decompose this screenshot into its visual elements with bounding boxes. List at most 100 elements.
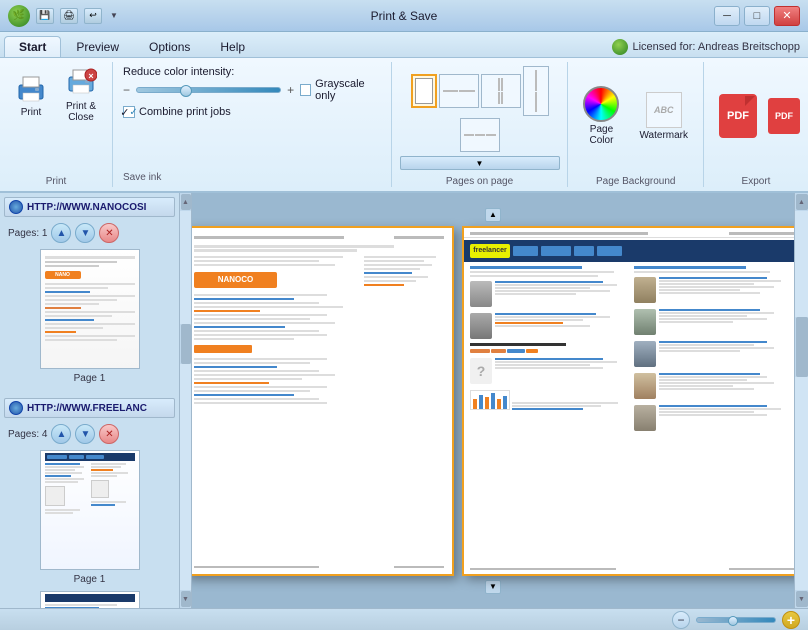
site2-up-button[interactable]: ▲ (51, 424, 71, 444)
site2-pages-count: Pages: 4 (8, 429, 47, 440)
pages-on-page-section: ▼ Pages on page (392, 62, 569, 187)
site2-section: HTTP://WWW.FREELANC Pages: 4 ▲ ▼ ✕ (0, 394, 179, 608)
print-button[interactable]: Print (8, 68, 54, 123)
layout-2page-v[interactable] (523, 66, 549, 116)
preview-pages: NANOCO (192, 226, 794, 576)
svg-text:×: × (88, 71, 93, 81)
preview-area: ▲ (192, 193, 794, 608)
intensity-slider[interactable] (136, 87, 281, 93)
page-background-group: Page Color ABC Watermark Page Background (568, 62, 704, 187)
preview-page-1: NANOCO (192, 226, 454, 576)
statusbar: − + (0, 608, 808, 630)
grayscale-checkbox[interactable] (300, 84, 311, 96)
site1-pages-row: Pages: 1 ▲ ▼ ✕ (0, 221, 179, 245)
preview-scrollbar-right[interactable]: ▲ ▼ (794, 193, 808, 608)
site2-page-label: Page 1 (0, 574, 179, 585)
watermark-button[interactable]: ABC Watermark (632, 87, 695, 146)
save-ink-label: Save ink (123, 170, 381, 183)
tab-preview[interactable]: Preview (61, 36, 134, 57)
quickaccess-print[interactable]: 🖨 (60, 8, 78, 24)
app-title: Print & Save (371, 9, 438, 23)
site2-thumb2 (40, 591, 140, 608)
pages-dropdown[interactable]: ▼ (398, 156, 562, 170)
layout-2page-h[interactable] (439, 74, 479, 108)
export-group-label: Export (742, 174, 771, 187)
site2-down-button[interactable]: ▼ (75, 424, 95, 444)
site1-down-button[interactable]: ▼ (75, 223, 95, 243)
tab-help[interactable]: Help (205, 36, 260, 57)
preview-scroll-down[interactable]: ▼ (207, 580, 779, 594)
print-group-label: Print (46, 174, 67, 187)
left-panel: HTTP://WWW.NANOCOSI Pages: 1 ▲ ▼ ✕ NANO (0, 193, 180, 608)
site1-section: HTTP://WWW.NANOCOSI Pages: 1 ▲ ▼ ✕ NANO (0, 193, 179, 390)
titlebar-left: 🌿 💾 🖨 ↩ ▼ (8, 5, 120, 27)
slider-minus: − (123, 83, 130, 97)
pages-group-label: Pages on page (446, 174, 513, 187)
site2-url-text: HTTP://WWW.FREELANC (27, 403, 170, 414)
pdf-small-button[interactable]: PDF (768, 98, 800, 134)
slider-plus: + (287, 83, 294, 97)
restore-button[interactable]: □ (744, 6, 770, 26)
ribbon-print-group: Print × Print &Close Print (0, 62, 113, 187)
minimize-button[interactable]: ─ (714, 6, 740, 26)
slider-row: − + Grayscale only (123, 78, 381, 102)
page-bg-group-label: Page Background (596, 174, 676, 187)
layout-1page[interactable] (411, 74, 437, 108)
site1-up-button[interactable]: ▲ (51, 223, 71, 243)
site1-url-text: HTTP://WWW.NANOCOSI (27, 202, 170, 213)
site1-delete-button[interactable]: ✕ (99, 223, 119, 243)
zoom-slider[interactable] (696, 617, 776, 623)
tab-start[interactable]: Start (4, 36, 61, 57)
print-buttons: Print × Print &Close (8, 62, 104, 128)
site2-delete-button[interactable]: ✕ (99, 424, 119, 444)
grayscale-label: Grayscale only (315, 78, 380, 102)
globe-icon (9, 200, 23, 214)
zoom-out-button[interactable]: − (672, 611, 690, 629)
combine-checkbox[interactable]: ✓ (123, 106, 135, 118)
site2-thumb (40, 450, 140, 570)
pdf-icon: PDF (719, 94, 757, 138)
export-group: PDF PDF Export (704, 62, 808, 187)
preview-scroll-up[interactable]: ▲ (207, 208, 779, 222)
zoom-in-button[interactable]: + (782, 611, 800, 629)
license-info: Licensed for: Andreas Breitschopp (612, 39, 800, 55)
layout-3page[interactable] (460, 118, 500, 152)
site1-page-label: Page 1 (0, 373, 179, 384)
quickaccess-dropdown[interactable]: ▼ (108, 8, 120, 24)
page-layout-options (398, 62, 562, 156)
menu-tabs: Start Preview Options Help Licensed for:… (0, 32, 808, 58)
globe-icon-2 (9, 401, 23, 415)
titlebar: 🌿 💾 🖨 ↩ ▼ Print & Save ─ □ ✕ (0, 0, 808, 32)
combine-option: ✓ Combine print jobs (123, 106, 231, 118)
zoom-controls: − + (672, 611, 800, 629)
reduce-color-row: Reduce color intensity: (123, 66, 381, 78)
page-color-button[interactable]: Page Color (576, 81, 626, 151)
export-buttons: PDF PDF (712, 62, 800, 170)
main-layout: HTTP://WWW.NANOCOSI Pages: 1 ▲ ▼ ✕ NANO (0, 193, 808, 608)
quickaccess-undo[interactable]: ↩ (84, 8, 102, 24)
site1-pages-count: Pages: 1 (8, 228, 47, 239)
left-panel-scrollbar[interactable]: ▲ ▼ (180, 193, 192, 608)
site2-pages-row: Pages: 4 ▲ ▼ ✕ (0, 422, 179, 446)
layout-4page[interactable] (481, 74, 521, 108)
preview-page-2: freelancer (462, 226, 794, 576)
combine-row: ✓ Combine print jobs (123, 106, 381, 118)
slider-thumb[interactable] (180, 85, 192, 97)
save-ink-section: Reduce color intensity: − + Grayscale on… (113, 62, 392, 187)
page-bg-buttons: Page Color ABC Watermark (576, 62, 695, 170)
print-icon (15, 73, 47, 105)
combine-label: Combine print jobs (139, 106, 231, 118)
ribbon: Print × Print &Close Print (0, 58, 808, 193)
ribbon-right-groups: Page Color ABC Watermark Page Background… (568, 62, 808, 187)
quickaccess-save[interactable]: 💾 (36, 8, 54, 24)
print-close-button[interactable]: × Print &Close (58, 62, 104, 128)
site1-url-header: HTTP://WWW.NANOCOSI (4, 197, 175, 217)
app-icon: 🌿 (8, 5, 30, 27)
pdf-export-button[interactable]: PDF (712, 89, 764, 143)
tab-options[interactable]: Options (134, 36, 205, 57)
zoom-thumb[interactable] (728, 616, 738, 626)
close-button[interactable]: ✕ (774, 6, 800, 26)
site1-thumb: NANO (40, 249, 140, 369)
grayscale-option: Grayscale only (300, 78, 380, 102)
page-color-icon (583, 86, 619, 122)
